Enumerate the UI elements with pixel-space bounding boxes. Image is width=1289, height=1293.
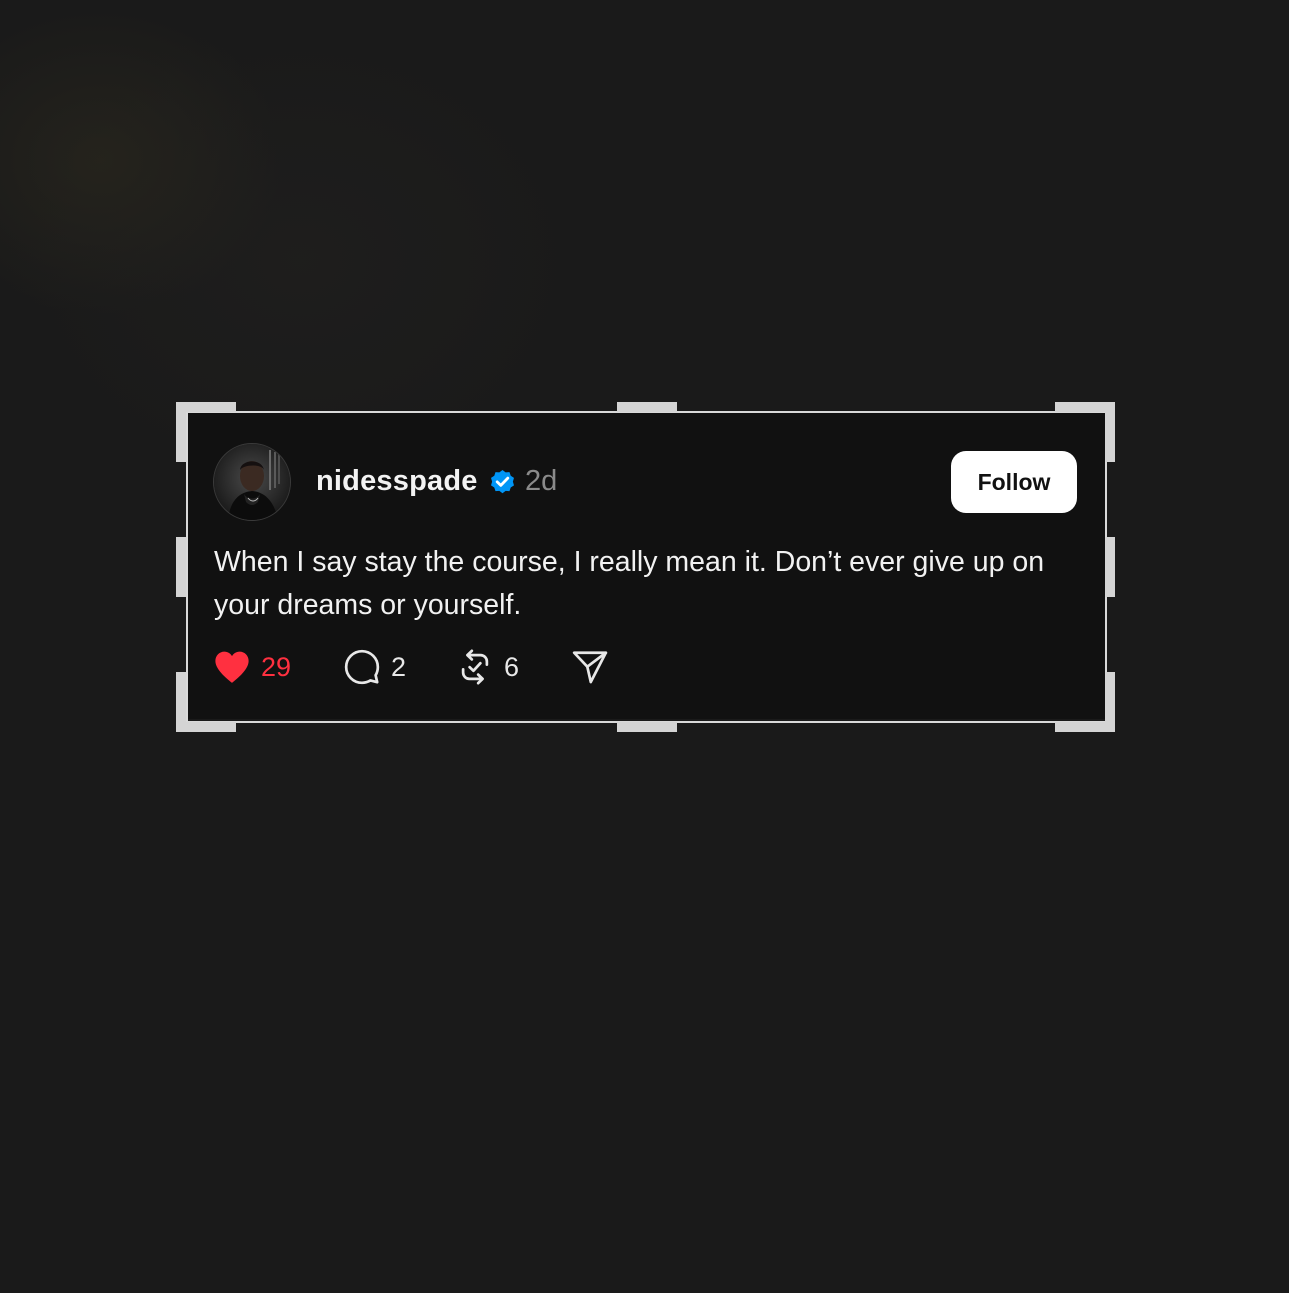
reply-button[interactable]: 2 [343, 647, 406, 687]
resize-handle-bottom-right-vertical[interactable] [1105, 672, 1115, 732]
resize-handle-right[interactable] [1105, 537, 1115, 597]
verified-badge-icon [491, 470, 514, 494]
share-button[interactable] [571, 647, 609, 687]
repost-count: 6 [504, 652, 520, 682]
resize-handle-top-left-vertical[interactable] [176, 402, 186, 462]
resize-handle-bottom-left-vertical[interactable] [176, 672, 186, 732]
like-button[interactable]: 29 [213, 647, 291, 687]
follow-button[interactable]: Follow [951, 451, 1077, 513]
heart-icon [215, 651, 249, 683]
avatar-photo [214, 444, 290, 520]
username[interactable]: nidesspade [316, 463, 478, 499]
post-body-text: When I say stay the course, I really mea… [214, 546, 1045, 621]
resize-handle-bottom[interactable] [617, 722, 677, 732]
reply-count: 2 [391, 652, 407, 682]
send-icon [572, 651, 608, 684]
avatar[interactable] [213, 443, 291, 521]
resize-handle-top[interactable] [617, 402, 677, 412]
comment-bubble-icon [344, 649, 380, 685]
like-count: 29 [261, 652, 292, 682]
post-timestamp: 2d [525, 465, 558, 497]
repost-icon [461, 649, 489, 685]
repost-button[interactable]: 6 [456, 647, 519, 687]
resize-handle-left[interactable] [176, 537, 186, 597]
resize-handle-top-right-vertical[interactable] [1105, 402, 1115, 462]
